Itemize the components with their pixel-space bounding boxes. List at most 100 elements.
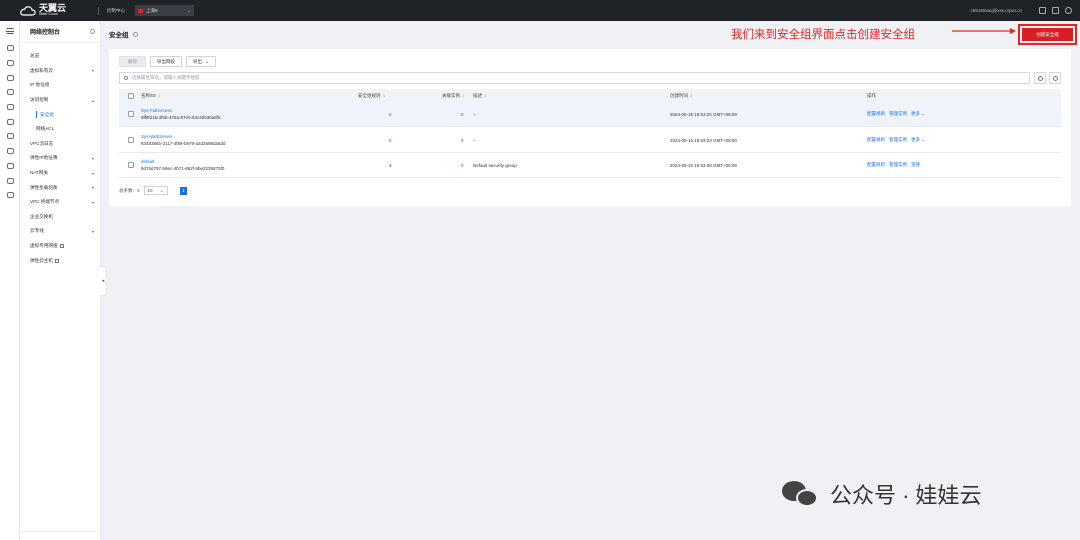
sidebar-item-vpc-flow-log[interactable]: VPC流日志 — [20, 137, 100, 152]
network-icon[interactable] — [0, 41, 20, 56]
sidebar-footer-divider — [20, 531, 100, 532]
sidebar-item-elb[interactable]: 弹性负载均衡 ▾ — [20, 180, 100, 195]
sidebar-item-ip-group[interactable]: IP 地址组 — [20, 78, 100, 93]
sidebar-item-label: 访问控制 — [30, 97, 49, 103]
security-group-id: 8348386b-3117-4f89-b979-a2d2698da5dd — [141, 141, 226, 146]
sort-icon: ⇳ — [382, 93, 386, 98]
security-group-name-link[interactable]: default — [141, 159, 155, 164]
instances-count-link[interactable]: 0 — [461, 128, 464, 152]
search-input[interactable]: 选择属性筛选，或输入关键字搜索 — [119, 72, 1030, 84]
chevron-down-icon: ▾ — [91, 228, 94, 234]
manage-instances-link[interactable]: 管理实例 — [889, 162, 907, 168]
watermark-text: 公众号 · 娃娃云 — [830, 483, 982, 508]
sidebar-item-label: 弹性IP地址簿 — [30, 155, 58, 161]
header-label: 关联实例 — [442, 92, 460, 98]
next-page-icon[interactable]: › — [190, 188, 192, 193]
column-header-name[interactable]: 名称/ID ⇳ — [141, 89, 161, 102]
column-header-description[interactable]: 描述 ⇳ — [473, 89, 487, 102]
sidebar-item-label: 虚拟专用网络 — [30, 243, 58, 249]
column-header-created[interactable]: 创建时间 ⇳ — [670, 89, 693, 102]
rules-count-link[interactable]: 6 — [389, 128, 392, 152]
sort-icon: ⇳ — [157, 93, 161, 98]
help-icon[interactable] — [132, 31, 138, 37]
export-dropdown[interactable]: 导出 ⌄ — [186, 56, 216, 67]
rules-count-link[interactable]: 6 — [389, 102, 392, 126]
security-icon[interactable] — [0, 173, 20, 188]
column-header-rules[interactable]: 安全组规则 ⇳ — [358, 89, 385, 102]
help-icon[interactable] — [1065, 7, 1072, 14]
manage-instances-link[interactable]: 管理实例 — [889, 137, 907, 143]
manage-instances-link[interactable]: 管理实例 — [889, 111, 907, 117]
settings-icon[interactable] — [1052, 7, 1059, 14]
cloud-server-icon[interactable] — [0, 56, 20, 71]
header-label: 操作 — [867, 92, 876, 98]
region-select[interactable]: 上海8 ⌄ — [135, 5, 194, 16]
user-account[interactable]: c65186xaq@xxx.ctyun.cn — [971, 8, 1022, 13]
configure-rules-link[interactable]: 配置规则 — [867, 137, 885, 143]
column-header-instances[interactable]: 关联实例 ⇳ — [442, 89, 465, 102]
sidebar-item-label: 网络ACL — [36, 126, 55, 132]
collapse-sidebar-handle[interactable]: ◂ — [100, 266, 107, 296]
sidebar-item-vpn[interactable]: 虚拟专用网络 — [20, 239, 100, 254]
prev-page-icon[interactable]: ‹ — [176, 188, 178, 193]
external-link-icon — [54, 258, 59, 263]
row-checkbox[interactable] — [128, 137, 134, 143]
search-icon — [124, 76, 128, 80]
sidebar-item-direct-connect[interactable]: 云专线 ▾ — [20, 224, 100, 239]
configure-rules-link[interactable]: 配置规则 — [867, 162, 885, 168]
wechat-icon — [782, 479, 820, 509]
sidebar-item-ecs[interactable]: 弹性云主机 — [20, 253, 100, 268]
sidebar-item-enterprise-switch[interactable]: 企业交换机 — [20, 210, 100, 225]
sidebar-item-vpc-endpoint[interactable]: VPC 终端节点 ▾ — [20, 195, 100, 210]
region-label: 上海8 — [146, 7, 158, 13]
monitor-icon[interactable] — [0, 144, 20, 159]
search-icon[interactable] — [90, 29, 95, 34]
refresh-button[interactable] — [1034, 72, 1046, 84]
cloud-logo-icon — [20, 5, 36, 16]
row-checkbox[interactable] — [128, 162, 134, 168]
sidebar-item-security-group[interactable]: 安全组 — [20, 107, 100, 122]
menu-icon[interactable] — [0, 21, 20, 41]
configure-rules-link[interactable]: 配置规则 — [867, 111, 885, 117]
instances-count-link[interactable]: 0 — [461, 153, 464, 177]
header-label: 描述 — [473, 92, 482, 98]
row-checkbox[interactable] — [128, 111, 134, 117]
sidebar-item-eip[interactable]: 弹性IP地址簿 ▾ — [20, 151, 100, 166]
export-network-button[interactable]: 导出网段 — [150, 56, 182, 67]
alert-icon[interactable] — [0, 159, 20, 174]
security-group-name-link[interactable]: Sys-FullAccess — [141, 108, 172, 113]
current-page[interactable]: 1 — [180, 186, 188, 195]
create-security-group-button[interactable]: 创建安全组 — [1022, 28, 1073, 41]
select-all-checkbox[interactable] — [128, 92, 134, 99]
table-row: default 9d76d797-b8ec-4b71-862f-9be22358… — [119, 153, 1061, 178]
storage-icon[interactable] — [0, 70, 20, 85]
column-header-actions: 操作 — [867, 89, 876, 102]
sidebar-item-overview[interactable]: 总览 — [20, 49, 100, 64]
instances-count-link[interactable]: 0 — [461, 102, 464, 126]
database-icon[interactable] — [0, 100, 20, 115]
delete-button[interactable]: 删除 — [119, 56, 146, 67]
sidebar-item-label: 总览 — [30, 53, 40, 59]
chevron-down-icon: ⌄ — [205, 58, 209, 64]
cloud-icon[interactable] — [0, 85, 20, 100]
rules-count-link[interactable]: 4 — [389, 153, 392, 177]
sidebar-item-access-control[interactable]: 访问控制 ▴ — [20, 93, 100, 108]
security-group-name-link[interactable]: Sys-WebServer — [141, 134, 172, 139]
console-link[interactable]: 控制中心 — [107, 8, 125, 14]
settings-button[interactable] — [1049, 72, 1061, 84]
brand-logo[interactable]: 天翼云 State Cloud — [20, 3, 98, 17]
page-size-select[interactable]: 10 ⌄ — [143, 186, 168, 195]
cloud-upload-icon[interactable] — [0, 114, 20, 129]
message-icon[interactable] — [1039, 7, 1046, 14]
more-dropdown[interactable]: 更多 ⌄ — [911, 137, 925, 143]
shield-icon[interactable] — [0, 188, 20, 203]
external-link-icon — [59, 244, 64, 249]
sidebar-item-nat[interactable]: NAT网关 ▾ — [20, 166, 100, 181]
clone-link[interactable]: 克隆 — [911, 162, 920, 168]
sidebar-item-network-acl[interactable]: 网络ACL — [20, 122, 100, 137]
annotation-highlight-box: 创建安全组 — [1018, 24, 1077, 45]
sidebar-item-vpc[interactable]: 虚拟私有云 ▾ — [20, 64, 100, 79]
more-dropdown[interactable]: 更多 ⌄ — [911, 111, 925, 117]
document-icon[interactable] — [0, 129, 20, 144]
page-size-value: 10 — [147, 188, 153, 193]
